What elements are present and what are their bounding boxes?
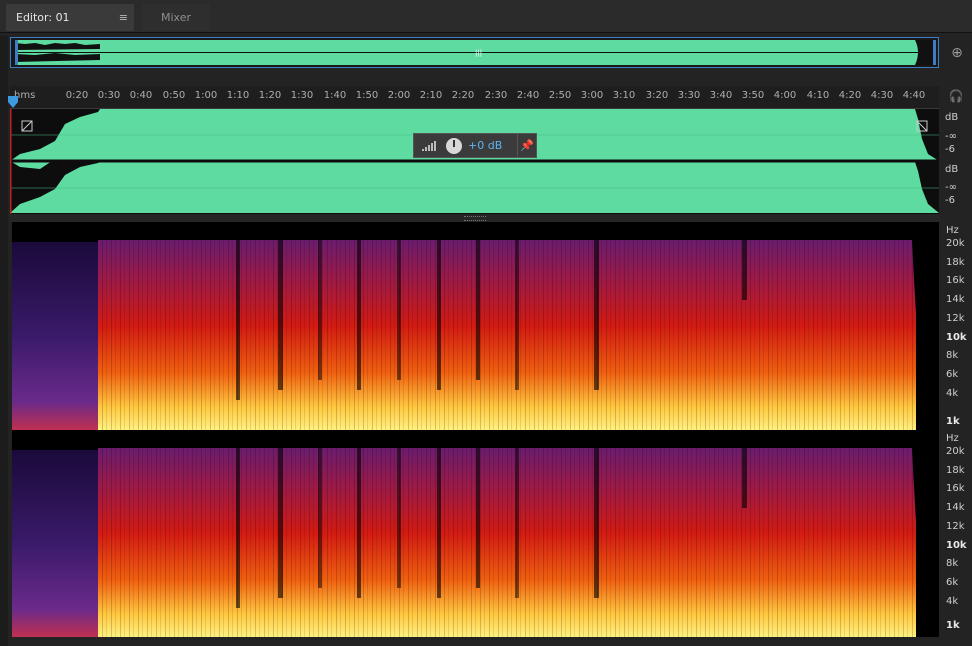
hz-label: 18k xyxy=(946,465,965,476)
amp-low: -6 xyxy=(945,144,955,155)
ruler-tick: 1:10 xyxy=(226,90,250,101)
hz-label: 14k xyxy=(946,502,965,513)
overview-navigator[interactable]: ||| xyxy=(10,37,939,68)
time-ruler[interactable]: hms 0:20 0:30 0:40 0:50 1:00 1:10 1:20 1… xyxy=(10,86,939,109)
hz-label: 10k xyxy=(946,540,967,551)
view-splitter[interactable] xyxy=(10,214,939,222)
hz-label: 4k xyxy=(946,596,959,607)
ruler-tick: 4:30 xyxy=(870,90,894,101)
hz-label: 6k xyxy=(946,577,959,588)
ruler-tick: 1:00 xyxy=(194,90,218,101)
volume-knob[interactable] xyxy=(446,138,462,154)
amp-inf: -∞ xyxy=(945,131,957,142)
ruler-tick: 1:40 xyxy=(323,90,347,101)
hz-label: 20k xyxy=(946,446,965,457)
hz-unit: Hz xyxy=(946,433,959,444)
ruler-tick: 0:50 xyxy=(162,90,186,101)
headphone-icon[interactable]: 🎧 xyxy=(948,88,964,104)
left-gutter xyxy=(0,36,8,646)
ruler-tick: 2:00 xyxy=(387,90,411,101)
waveform-editor[interactable] xyxy=(10,109,939,214)
hz-label: 12k xyxy=(946,521,965,532)
ruler-tick: 1:20 xyxy=(258,90,282,101)
ruler-tick: 4:10 xyxy=(806,90,830,101)
ruler-tick: 1:50 xyxy=(355,90,379,101)
ruler-tick: 3:10 xyxy=(612,90,636,101)
playhead-marker-icon[interactable] xyxy=(8,96,18,108)
hz-label: 8k xyxy=(946,350,959,361)
overview-waveform[interactable]: ||| xyxy=(15,40,936,65)
hz-unit: Hz xyxy=(946,225,959,236)
spectral-display-channel-1[interactable] xyxy=(12,222,939,430)
ruler-tick: 0:20 xyxy=(65,90,89,101)
spectral-display-channel-2[interactable] xyxy=(12,430,939,637)
overview-waveform-graphic: ||| xyxy=(15,40,936,65)
amp-inf: -∞ xyxy=(945,182,957,193)
ruler-tick: 3:00 xyxy=(580,90,604,101)
ruler-tick: 4:00 xyxy=(773,90,797,101)
hz-label: 10k xyxy=(946,332,967,343)
ruler-tick: 4:40 xyxy=(902,90,926,101)
ruler-tick: 4:20 xyxy=(838,90,862,101)
frequency-scale-channel-1: Hz 20k 18k 16k 14k 12k 10k 8k 6k 4k 1k xyxy=(941,222,972,430)
hamburger-icon[interactable]: ≡ xyxy=(119,4,128,31)
hz-label: 14k xyxy=(946,294,965,305)
hz-label: 20k xyxy=(946,238,965,249)
tab-mixer-label: Mixer xyxy=(160,11,191,24)
level-bars-icon xyxy=(422,141,436,151)
tab-editor[interactable]: Editor: 01 Zory.mp3 ≡ xyxy=(6,4,134,51)
amp-unit: dB xyxy=(945,112,959,123)
volume-hud[interactable]: +0 dB 📌 xyxy=(413,133,537,158)
hz-label: 1k xyxy=(946,620,960,631)
waveform-graphic xyxy=(10,109,939,214)
hz-label: 16k xyxy=(946,483,965,494)
splitter-grip[interactable] xyxy=(463,216,486,221)
hz-label: 4k xyxy=(946,388,959,399)
panel-tab-bar: Editor: 01 Zory.mp3 ≡ Mixer xyxy=(0,0,972,51)
ruler-tick: 2:40 xyxy=(516,90,540,101)
svg-text:|||: ||| xyxy=(475,49,482,57)
ruler-tick: 2:50 xyxy=(548,90,572,101)
amp-unit: dB xyxy=(945,164,959,175)
hz-label: 12k xyxy=(946,313,965,324)
ruler-tick: 2:20 xyxy=(451,90,475,101)
ruler-tick: 2:10 xyxy=(419,90,443,101)
ruler-tick: 3:40 xyxy=(709,90,733,101)
ruler-tick: 0:30 xyxy=(97,90,121,101)
amp-low: -6 xyxy=(945,195,955,206)
hz-label: 8k xyxy=(946,558,959,569)
ruler-tick: 1:30 xyxy=(290,90,314,101)
frequency-scale-channel-2: Hz 20k 18k 16k 14k 12k 10k 8k 6k 4k 1k xyxy=(941,430,972,637)
hz-label: 16k xyxy=(946,275,965,286)
volume-value[interactable]: +0 dB xyxy=(468,139,502,152)
spectrogram-graphic xyxy=(12,430,939,637)
ruler-tick: 2:30 xyxy=(484,90,508,101)
zoom-magnifier-icon[interactable]: ⊕ xyxy=(947,43,967,63)
ruler-tick: 3:20 xyxy=(645,90,669,101)
hz-label: 1k xyxy=(946,416,960,427)
hz-label: 18k xyxy=(946,257,965,268)
amplitude-scale: dB -∞ -6 dB -∞ -6 xyxy=(941,109,972,214)
spectrogram-graphic xyxy=(12,222,939,430)
hz-label: 6k xyxy=(946,369,959,380)
ruler-tick: 0:40 xyxy=(129,90,153,101)
ruler-tick: 3:30 xyxy=(677,90,701,101)
tab-mixer[interactable]: Mixer xyxy=(142,4,210,31)
pin-icon[interactable]: 📌 xyxy=(517,134,536,157)
ruler-tick: 3:50 xyxy=(741,90,765,101)
